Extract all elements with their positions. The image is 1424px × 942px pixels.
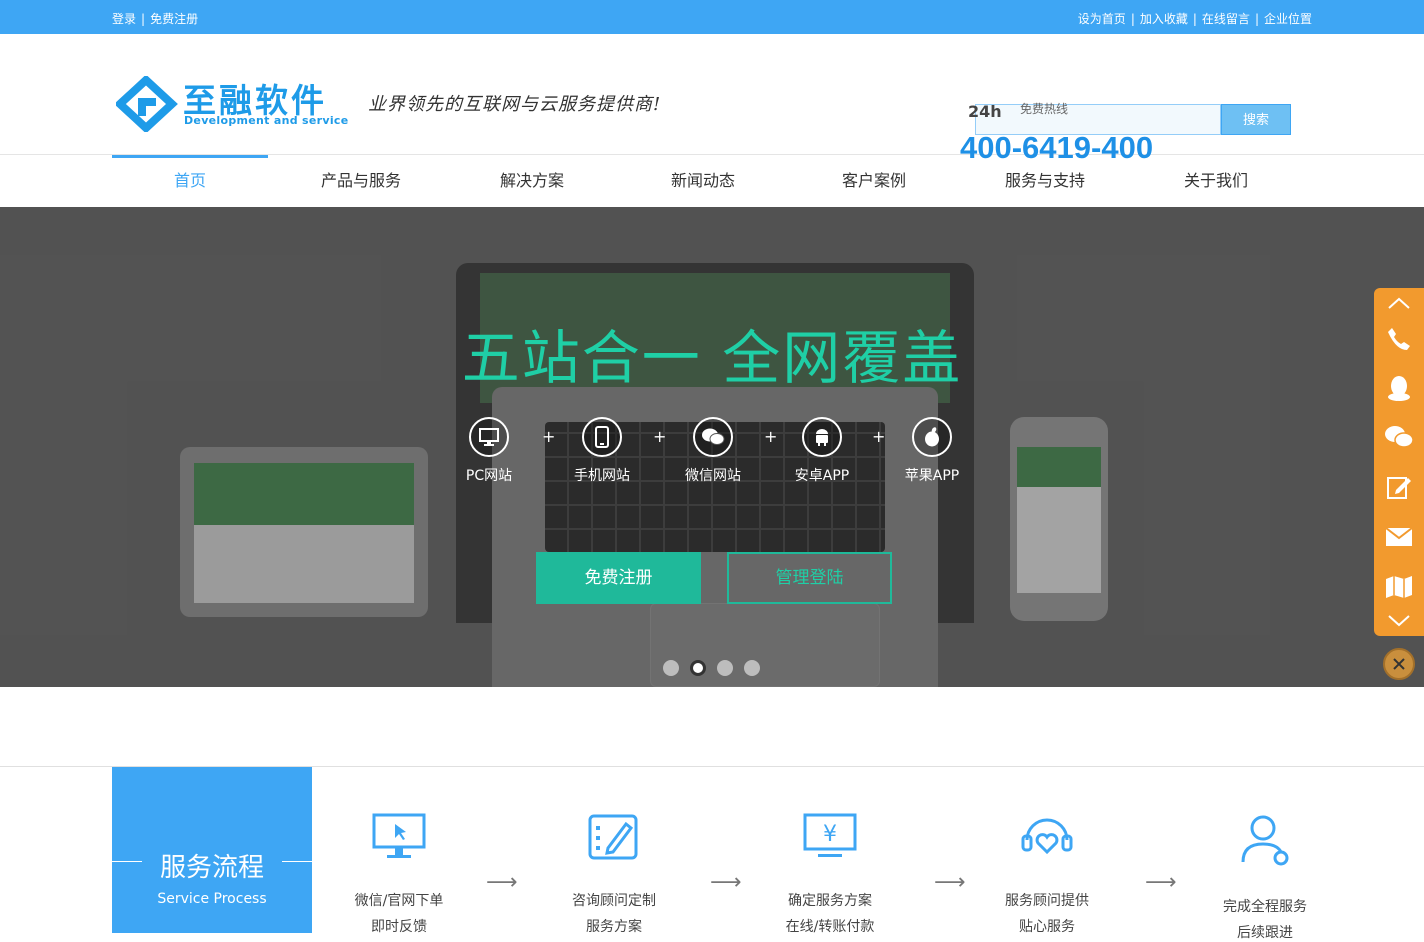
- platform-android: 安卓APP: [782, 417, 862, 485]
- headset-heart-icon: [1021, 818, 1073, 855]
- close-icon[interactable]: [1383, 648, 1415, 680]
- logo-subtitle: Development and service: [184, 114, 349, 127]
- carousel-dots: [663, 660, 760, 676]
- platform-mobile: 手机网站: [562, 417, 642, 485]
- logo-icon[interactable]: [116, 76, 178, 132]
- nav-item-home[interactable]: 首页: [112, 155, 268, 207]
- platform-label: 微信网站: [685, 468, 741, 484]
- arrow-right-icon: ⟶: [710, 870, 742, 895]
- platform-ios: 苹果APP: [892, 417, 972, 485]
- computer-icon: [372, 813, 426, 858]
- process-step: 服务顾问提供 贴心服务: [962, 812, 1132, 936]
- nav-item-news[interactable]: 新闻动态: [625, 155, 781, 207]
- wechat-icon[interactable]: [1374, 412, 1424, 462]
- process-step: ¥ 确定服务方案 在线/转账付款: [745, 812, 915, 936]
- service-process-subtitle: Service Process: [157, 891, 267, 907]
- online-message-link[interactable]: 在线留言: [1202, 12, 1250, 26]
- edit-icon[interactable]: [1374, 462, 1424, 512]
- company-location-link[interactable]: 企业位置: [1264, 12, 1312, 26]
- register-link[interactable]: 免费注册: [150, 12, 198, 26]
- nav-item-products[interactable]: 产品与服务: [283, 155, 439, 207]
- arrow-right-icon: ⟶: [486, 870, 518, 895]
- nav-item-support[interactable]: 服务与支持: [967, 155, 1123, 207]
- step-sublabel: 服务方案: [586, 919, 642, 935]
- plus-sign: +: [653, 427, 667, 446]
- platform-label: 安卓APP: [794, 468, 850, 484]
- plus-sign: +: [542, 427, 556, 446]
- search-button[interactable]: 搜索: [1221, 104, 1291, 135]
- nav-item-about[interactable]: 关于我们: [1138, 155, 1294, 207]
- payment-monitor-icon: ¥: [803, 813, 857, 857]
- wechat-icon: [693, 417, 733, 457]
- plus-sign: +: [872, 427, 886, 446]
- floating-sidebar: [1374, 288, 1424, 636]
- service-process-title: 服务流程: [159, 853, 264, 883]
- step-sublabel: 在线/转账付款: [785, 919, 875, 935]
- nav-item-solutions[interactable]: 解决方案: [454, 155, 610, 207]
- carousel-dot[interactable]: [744, 660, 760, 676]
- step-label: 完成全程服务: [1223, 899, 1307, 915]
- chevron-down-icon[interactable]: [1374, 606, 1424, 636]
- add-favorite-link[interactable]: 加入收藏: [1140, 12, 1188, 26]
- mail-icon[interactable]: [1374, 512, 1424, 562]
- process-step: 完成全程服务 后续跟进: [1180, 812, 1350, 942]
- edit-form-icon: [588, 814, 638, 860]
- service-process-box: 服务流程 Service Process: [112, 767, 312, 933]
- apple-icon: [912, 417, 952, 457]
- nav-item-cases[interactable]: 客户案例: [796, 155, 952, 207]
- process-step: 咨询顾问定制 服务方案: [529, 812, 699, 936]
- step-sublabel: 贴心服务: [1019, 919, 1075, 935]
- slogan: 业界领先的互联网与云服务提供商!: [368, 94, 662, 115]
- top-bar-account: 登录 | 免费注册: [112, 10, 198, 27]
- mobile-icon: [582, 417, 622, 457]
- arrow-right-icon: ⟶: [1145, 870, 1177, 895]
- carousel-dot[interactable]: [717, 660, 733, 676]
- platform-label: 手机网站: [574, 468, 630, 484]
- banner-title: 五站合一 全网覆盖: [461, 324, 963, 392]
- user-service-icon: [1241, 815, 1289, 866]
- carousel-dot-active[interactable]: [690, 660, 706, 676]
- platform-label: 苹果APP: [904, 468, 960, 484]
- android-icon: [802, 417, 842, 457]
- carousel-dot[interactable]: [663, 660, 679, 676]
- step-label: 咨询顾问定制: [572, 893, 656, 909]
- phone-icon[interactable]: [1374, 314, 1424, 364]
- top-bar: 登录 | 免费注册 设为首页 | 加入收藏 | 在线留言 | 企业位置: [0, 0, 1424, 34]
- login-link[interactable]: 登录: [112, 12, 136, 26]
- hero-banner: 五站合一 全网覆盖 PC网站 + 手机网站 + 微信网站 + 安卓APP + 苹…: [0, 207, 1424, 687]
- step-label: 服务顾问提供: [1005, 893, 1089, 909]
- top-bar-links: 设为首页 | 加入收藏 | 在线留言 | 企业位置: [1077, 12, 1312, 26]
- step-label: 微信/官网下单: [354, 893, 444, 909]
- main-nav: 首页 产品与服务 解决方案 新闻动态 客户案例 服务与支持 关于我们: [0, 155, 1424, 207]
- free-register-button[interactable]: 免费注册: [536, 552, 701, 604]
- admin-login-button[interactable]: 管理登陆: [727, 552, 892, 604]
- platform-pc: PC网站: [449, 417, 529, 485]
- qq-icon[interactable]: [1374, 364, 1424, 414]
- arrow-right-icon: ⟶: [934, 870, 966, 895]
- hotline-label: 免费热线: [1020, 102, 1069, 116]
- hotline-24h-icon: 24h: [968, 102, 1002, 121]
- plus-sign: +: [764, 427, 778, 446]
- process-step: 微信/官网下单 即时反馈: [314, 812, 484, 936]
- monitor-icon: [469, 417, 509, 457]
- platform-wechat: 微信网站: [673, 417, 753, 485]
- step-sublabel: 即时反馈: [371, 919, 427, 935]
- separator: |: [141, 12, 146, 26]
- map-icon[interactable]: [1374, 562, 1424, 612]
- step-label: 确定服务方案: [788, 893, 872, 909]
- header: 至融软件 Development and service 业界领先的互联网与云服…: [0, 34, 1424, 165]
- svg-text:¥: ¥: [823, 822, 837, 847]
- step-sublabel: 后续跟进: [1237, 925, 1293, 941]
- platform-label: PC网站: [465, 468, 513, 484]
- set-homepage-link[interactable]: 设为首页: [1078, 12, 1126, 26]
